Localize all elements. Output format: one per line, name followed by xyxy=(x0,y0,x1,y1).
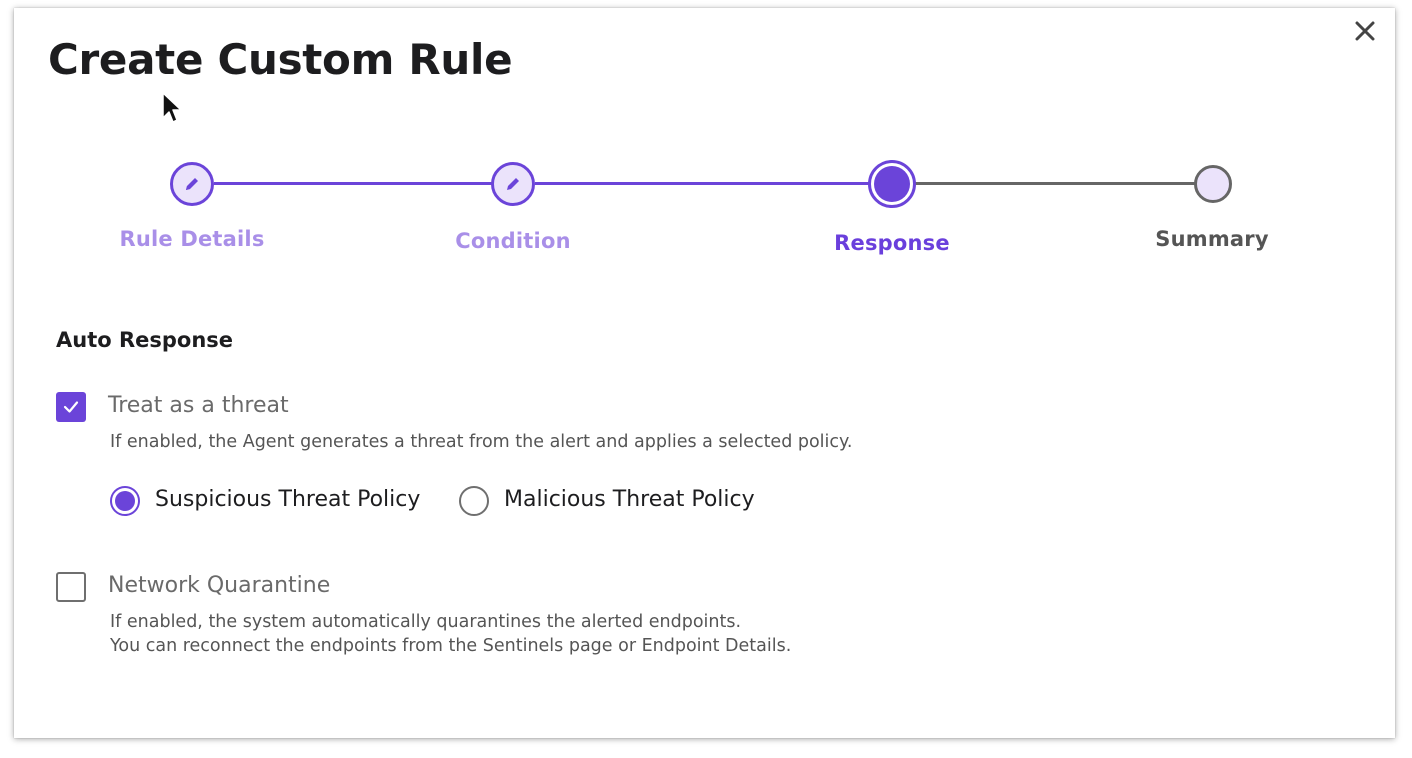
pencil-icon xyxy=(507,178,519,190)
network-quarantine-checkbox[interactable] xyxy=(56,572,86,602)
network-quarantine-label[interactable]: Network Quarantine xyxy=(108,573,330,598)
stepper-connector-completed xyxy=(214,182,514,185)
suspicious-policy-radio[interactable] xyxy=(110,486,140,516)
malicious-policy-radio[interactable] xyxy=(459,486,489,516)
treat-as-threat-label[interactable]: Treat as a threat xyxy=(108,393,289,418)
treat-as-threat-checkbox[interactable] xyxy=(56,392,86,422)
step-label-condition[interactable]: Condition xyxy=(455,229,570,253)
create-custom-rule-dialog: Create Custom Rule Rule Details Conditio… xyxy=(14,8,1395,738)
pencil-icon xyxy=(186,178,198,190)
step-condition-circle[interactable] xyxy=(491,162,535,206)
radio-selected-dot xyxy=(115,491,135,511)
treat-as-threat-description: If enabled, the Agent generates a threat… xyxy=(110,432,853,452)
network-quarantine-description-line1: If enabled, the system automatically qua… xyxy=(110,612,742,632)
checkmark-icon xyxy=(63,401,79,413)
step-label-response: Response xyxy=(834,231,950,255)
step-summary-circle xyxy=(1194,165,1232,203)
suspicious-policy-label[interactable]: Suspicious Threat Policy xyxy=(155,487,420,512)
step-rule-details-circle[interactable] xyxy=(170,162,214,206)
malicious-policy-label[interactable]: Malicious Threat Policy xyxy=(504,487,755,512)
step-label-summary: Summary xyxy=(1155,227,1269,251)
step-response-circle xyxy=(868,160,916,208)
current-step-dot xyxy=(874,166,910,202)
progress-stepper: Rule Details Condition Response Summary xyxy=(14,8,1395,288)
step-label-rule-details[interactable]: Rule Details xyxy=(119,227,264,251)
auto-response-heading: Auto Response xyxy=(56,328,234,352)
stepper-connector-completed xyxy=(535,182,892,185)
stepper-connector-upcoming xyxy=(914,182,1213,185)
network-quarantine-description-line2: You can reconnect the endpoints from the… xyxy=(110,636,792,656)
